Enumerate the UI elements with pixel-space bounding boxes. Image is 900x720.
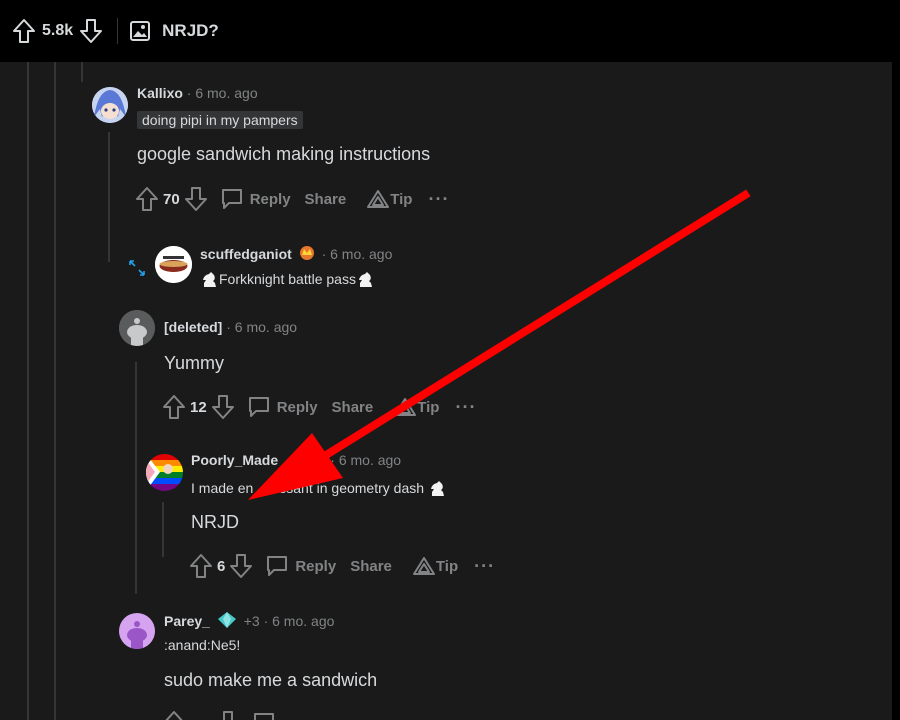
comment-actions <box>162 710 276 720</box>
upvote-icon[interactable] <box>189 553 213 579</box>
downvote-icon[interactable] <box>79 18 103 44</box>
more-options-icon[interactable]: ··· <box>455 397 476 418</box>
tip-button[interactable]: Tip <box>366 189 412 209</box>
post-header-bar: 5.8k NRJD? <box>0 0 900 62</box>
downvote-icon[interactable] <box>211 394 235 420</box>
share-button[interactable]: Share <box>350 558 392 575</box>
reply-icon <box>221 189 242 209</box>
thread-line[interactable] <box>162 502 164 557</box>
thread-line[interactable] <box>135 362 137 594</box>
comment-thread: Kallixo · 6 mo. ago doing pipi in my pam… <box>0 62 892 720</box>
comment-body: NRJD <box>191 512 239 532</box>
reply-button[interactable]: Reply <box>247 396 318 418</box>
comment-actions: 6 Reply Share Tip ··· <box>189 553 495 579</box>
post-vote-group: 5.8k <box>12 18 103 44</box>
expand-icon[interactable] <box>128 259 146 277</box>
comment-body: google sandwich making instructions <box>137 144 431 164</box>
upvote-icon[interactable] <box>135 186 159 212</box>
image-post-icon <box>130 21 151 41</box>
avatar[interactable] <box>92 87 128 123</box>
knight-emoji-icon <box>200 270 219 288</box>
upvote-icon[interactable] <box>162 394 186 420</box>
tip-icon <box>367 190 390 208</box>
reply-button[interactable] <box>252 712 276 720</box>
comment-timestamp[interactable]: · 6 mo. ago <box>226 319 297 335</box>
reply-button[interactable]: Reply <box>220 188 291 210</box>
reply-button[interactable]: Reply <box>265 555 336 577</box>
comment-timestamp[interactable]: · 6 mo. ago <box>264 613 335 629</box>
thread-line[interactable] <box>108 132 110 262</box>
reply-icon <box>254 713 274 720</box>
award-diamond-icon <box>217 611 237 629</box>
upvote-icon[interactable] <box>12 18 36 44</box>
more-options-icon[interactable]: ··· <box>474 556 495 577</box>
comment-timestamp[interactable]: · 6 mo. ago <box>330 452 401 468</box>
tip-button[interactable]: Tip <box>412 556 458 576</box>
tip-button[interactable]: Tip <box>393 397 439 417</box>
downvote-icon[interactable] <box>184 186 208 212</box>
avatar[interactable] <box>119 613 155 649</box>
comment-author[interactable]: Poorly_Made <box>191 452 278 468</box>
more-options-icon[interactable]: ··· <box>428 189 449 210</box>
thread-line <box>27 62 29 720</box>
award-count[interactable]: +3 <box>244 613 260 629</box>
comment-author[interactable]: scuffedganiot <box>200 246 292 262</box>
share-button[interactable]: Share <box>305 191 347 208</box>
comment-author-tail[interactable]: nix <box>306 452 326 468</box>
thread-line <box>54 62 56 720</box>
comment-author[interactable]: Parey_ <box>164 613 210 629</box>
comment-body: sudo make me a sandwich <box>164 670 378 690</box>
user-flair: :anand:Ne5! <box>164 637 241 653</box>
share-button[interactable]: Share <box>332 399 374 416</box>
post-score: 5.8k <box>42 22 74 39</box>
knight-emoji-icon <box>356 270 375 288</box>
comment-body: Yummy <box>164 353 225 373</box>
user-flair: Forkknight battle pass <box>200 270 375 288</box>
downvote-icon[interactable] <box>229 553 253 579</box>
avatar <box>119 310 155 346</box>
tip-icon <box>394 398 417 416</box>
avatar[interactable] <box>146 454 183 491</box>
post-title[interactable]: NRJD? <box>162 21 219 41</box>
comment-actions: 70 Reply Share Tip ··· <box>135 186 449 212</box>
user-flair: I made en ssant in geometry dash <box>191 479 447 497</box>
comment-timestamp[interactable]: · 6 mo. ago <box>322 246 393 262</box>
reply-icon <box>267 556 288 576</box>
comment-actions: 12 Reply Share Tip ··· <box>162 394 476 420</box>
avatar[interactable] <box>155 246 192 283</box>
comment-author[interactable]: Kallixo <box>137 85 183 101</box>
comment-score: 12 <box>190 398 207 416</box>
knight-emoji-icon <box>428 479 447 497</box>
comment-score: 6 <box>217 557 226 575</box>
downvote-icon[interactable] <box>216 710 240 720</box>
user-flair: doing pipi in my pampers <box>137 111 303 129</box>
comment-timestamp[interactable]: · 6 mo. ago <box>187 85 258 101</box>
comment-author: [deleted] <box>164 319 223 335</box>
tip-icon <box>412 557 435 575</box>
header-divider <box>117 18 119 44</box>
reply-icon <box>248 397 269 417</box>
thread-line <box>81 62 83 82</box>
upvote-icon[interactable] <box>162 710 186 720</box>
award-icon <box>298 244 316 262</box>
comment-score: 70 <box>163 190 180 208</box>
